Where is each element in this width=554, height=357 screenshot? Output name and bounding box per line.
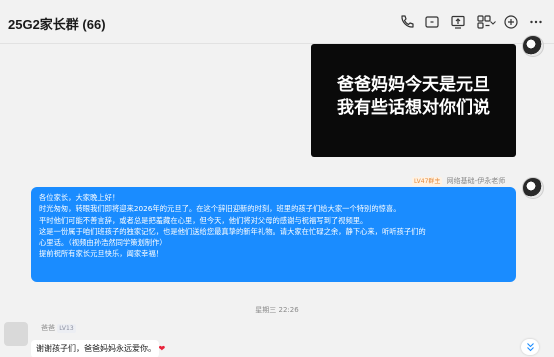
teacher-name[interactable]: 网络基础-伊永老师: [447, 177, 506, 185]
avatar[interactable]: [522, 35, 544, 57]
parent-sender-row: 爸爸 LV13: [31, 323, 76, 335]
parent-message-bubble[interactable]: 谢谢孩子们，爸爸妈妈永远爱你。 ❤: [31, 340, 165, 357]
add-icon[interactable]: [503, 14, 519, 30]
screen-share-icon[interactable]: [450, 14, 466, 30]
teacher-message-bubble[interactable]: 各位家长，大家晚上好！ 时光匆匆，转眼我们即将迎来2026年的元旦了。在这个辞旧…: [31, 187, 516, 282]
parent-name[interactable]: 爸爸: [41, 324, 55, 332]
parent-message-text: 谢谢孩子们，爸爸妈妈永远爱你。: [36, 344, 156, 353]
message-timestamp: 星期三 22:26: [255, 306, 299, 314]
video-message[interactable]: 爸爸妈妈今天是元旦 我有些话想对你们说: [311, 44, 516, 157]
parent-level-badge: LV13: [57, 323, 76, 333]
chat-title: 25G2家长群 (66): [8, 17, 106, 32]
video-caption-line-1: 爸爸妈妈今天是元旦: [337, 75, 490, 95]
video-call-icon[interactable]: [424, 14, 440, 30]
chevron-down-icon[interactable]: [489, 19, 497, 27]
message-line: 心里话。（视频由孙浩然同学策划制作）: [39, 238, 167, 248]
more-icon[interactable]: [528, 14, 544, 30]
phone-icon[interactable]: [399, 14, 415, 30]
double-chevron-down-icon: [526, 343, 534, 352]
message-line: 提前祝所有家长元旦快乐，阖家幸福！: [39, 249, 164, 259]
video-caption-line-2: 我有些话想对你们说: [337, 98, 490, 118]
heart-emoji: ❤: [158, 344, 166, 353]
message-line: 平时他们可能不善言辞，或者总是把羞藏在心里，但今天，他们将对父母的感谢与祝福写到…: [39, 215, 368, 225]
chat-header: 25G2家长群 (66): [0, 0, 554, 44]
video-caption: 爸爸妈妈今天是元旦 我有些话想对你们说: [311, 74, 516, 120]
scroll-to-bottom-button[interactable]: [521, 339, 539, 355]
parent-avatar[interactable]: [4, 322, 28, 346]
message-line: 这是一份属于咱们班孩子的独家记忆，也是他们送给您最真挚的新年礼物。请大家在忙碌之…: [39, 226, 426, 236]
message-line: 各位家长，大家晚上好！: [39, 193, 120, 202]
teacher-avatar[interactable]: [522, 177, 544, 199]
teacher-level-badge: LV47群主: [412, 176, 443, 186]
message-line: 时光匆匆，转眼我们即将迎来2026年的元旦了。在这个辞旧迎新的时刻，班里的孩子们…: [39, 204, 401, 214]
